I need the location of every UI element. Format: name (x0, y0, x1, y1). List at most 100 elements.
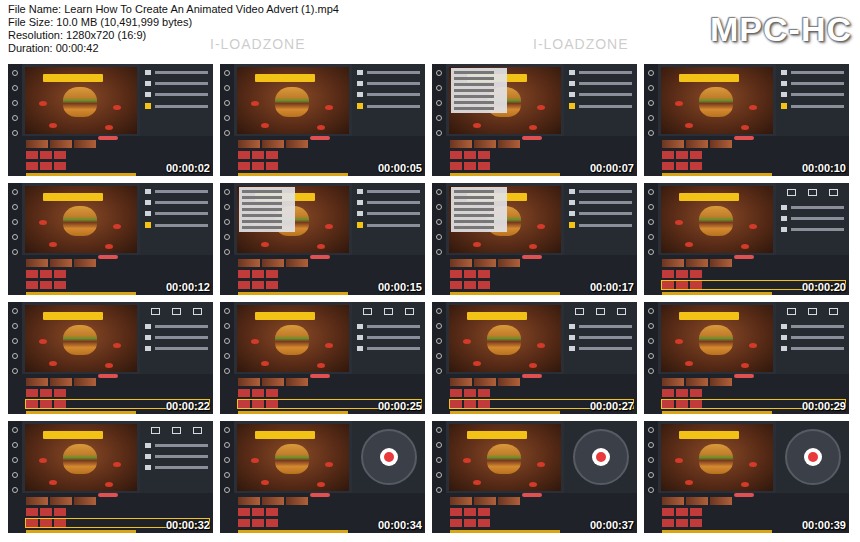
timeline-track[interactable] (450, 151, 633, 159)
panel-row[interactable] (569, 222, 632, 228)
action-icon[interactable] (787, 189, 796, 196)
media-wheel[interactable] (361, 429, 417, 485)
action-icon[interactable] (808, 189, 817, 196)
panel-row[interactable] (357, 81, 420, 86)
panel-row[interactable] (357, 222, 420, 228)
record-button[interactable] (804, 448, 822, 466)
panel-row[interactable] (569, 189, 632, 194)
thumbnail[interactable]: 00:00:32 (8, 421, 213, 533)
timeline-track[interactable] (26, 259, 209, 267)
panel-row[interactable] (145, 103, 208, 109)
timeline-track[interactable] (238, 497, 421, 505)
timeline-track[interactable] (662, 378, 845, 386)
action-icon[interactable] (151, 427, 160, 434)
timeline-track[interactable] (238, 378, 421, 386)
timeline-track[interactable] (662, 259, 845, 267)
panel-row[interactable] (569, 346, 632, 351)
timeline-track[interactable] (662, 140, 845, 148)
panel-row[interactable] (781, 216, 844, 221)
panel-row[interactable] (357, 346, 420, 351)
timeline-track[interactable] (26, 497, 209, 505)
panel-row[interactable] (357, 211, 420, 216)
timeline-track[interactable] (662, 270, 845, 278)
playhead[interactable] (734, 255, 754, 259)
action-icon[interactable] (575, 308, 584, 315)
panel-row[interactable] (145, 443, 208, 448)
panel-row[interactable] (145, 335, 208, 340)
timeline-track[interactable] (450, 259, 633, 267)
thumbnail[interactable]: 00:00:37 (432, 421, 637, 533)
panel-row[interactable] (569, 324, 632, 329)
action-icon[interactable] (808, 308, 817, 315)
panel-row[interactable] (145, 200, 208, 205)
media-wheel[interactable] (785, 429, 841, 485)
timeline-track[interactable] (26, 151, 209, 159)
timeline-track[interactable] (450, 497, 633, 505)
thumbnail[interactable]: 00:00:29 (644, 302, 849, 414)
timeline-track[interactable] (662, 389, 845, 397)
panel-row[interactable] (569, 92, 632, 97)
record-button[interactable] (380, 448, 398, 466)
thumbnail[interactable]: 00:00:10 (644, 64, 849, 176)
playhead[interactable] (522, 493, 542, 497)
playhead[interactable] (734, 493, 754, 497)
panel-row[interactable] (145, 324, 208, 329)
action-icon[interactable] (384, 308, 393, 315)
action-icon[interactable] (829, 189, 838, 196)
playhead[interactable] (522, 255, 542, 259)
timeline-track[interactable] (26, 389, 209, 397)
panel-row[interactable] (357, 92, 420, 97)
playhead[interactable] (98, 493, 118, 497)
action-icon[interactable] (617, 308, 626, 315)
playhead[interactable] (734, 374, 754, 378)
action-icon[interactable] (405, 308, 414, 315)
action-icon[interactable] (363, 308, 372, 315)
action-icon[interactable] (596, 308, 605, 315)
timeline-track[interactable] (450, 140, 633, 148)
panel-row[interactable] (781, 103, 844, 109)
thumbnail[interactable]: 00:00:27 (432, 302, 637, 414)
panel-row[interactable] (569, 335, 632, 340)
panel-row[interactable] (357, 70, 420, 75)
timeline-track[interactable] (26, 378, 209, 386)
timeline-track[interactable] (238, 389, 421, 397)
action-icon[interactable] (193, 308, 202, 315)
panel-row[interactable] (569, 70, 632, 75)
playhead[interactable] (734, 136, 754, 140)
panel-row[interactable] (145, 465, 208, 470)
thumbnail[interactable]: 00:00:17 (432, 183, 637, 295)
panel-row[interactable] (145, 92, 208, 97)
panel-row[interactable] (781, 335, 844, 340)
panel-row[interactable] (781, 324, 844, 329)
panel-row[interactable] (569, 103, 632, 109)
panel-row[interactable] (569, 81, 632, 86)
panel-row[interactable] (357, 103, 420, 109)
panel-row[interactable] (781, 70, 844, 75)
record-button[interactable] (592, 448, 610, 466)
panel-row[interactable] (781, 227, 844, 232)
panel-row[interactable] (357, 200, 420, 205)
playhead[interactable] (310, 374, 330, 378)
playhead[interactable] (98, 136, 118, 140)
thumbnail[interactable]: 00:00:15 (220, 183, 425, 295)
panel-row[interactable] (569, 211, 632, 216)
timeline-track[interactable] (238, 151, 421, 159)
panel-row[interactable] (357, 189, 420, 194)
panel-row[interactable] (145, 70, 208, 75)
panel-row[interactable] (781, 81, 844, 86)
panel-row[interactable] (781, 92, 844, 97)
action-icon[interactable] (172, 308, 181, 315)
panel-row[interactable] (145, 346, 208, 351)
playhead[interactable] (98, 255, 118, 259)
playhead[interactable] (522, 136, 542, 140)
timeline-track[interactable] (26, 140, 209, 148)
panel-row[interactable] (781, 346, 844, 351)
panel-row[interactable] (145, 189, 208, 194)
playhead[interactable] (522, 374, 542, 378)
timeline-track[interactable] (662, 497, 845, 505)
playhead[interactable] (98, 374, 118, 378)
playhead[interactable] (310, 493, 330, 497)
panel-row[interactable] (781, 205, 844, 210)
panel-row[interactable] (357, 324, 420, 329)
thumbnail[interactable]: 00:00:20 (644, 183, 849, 295)
